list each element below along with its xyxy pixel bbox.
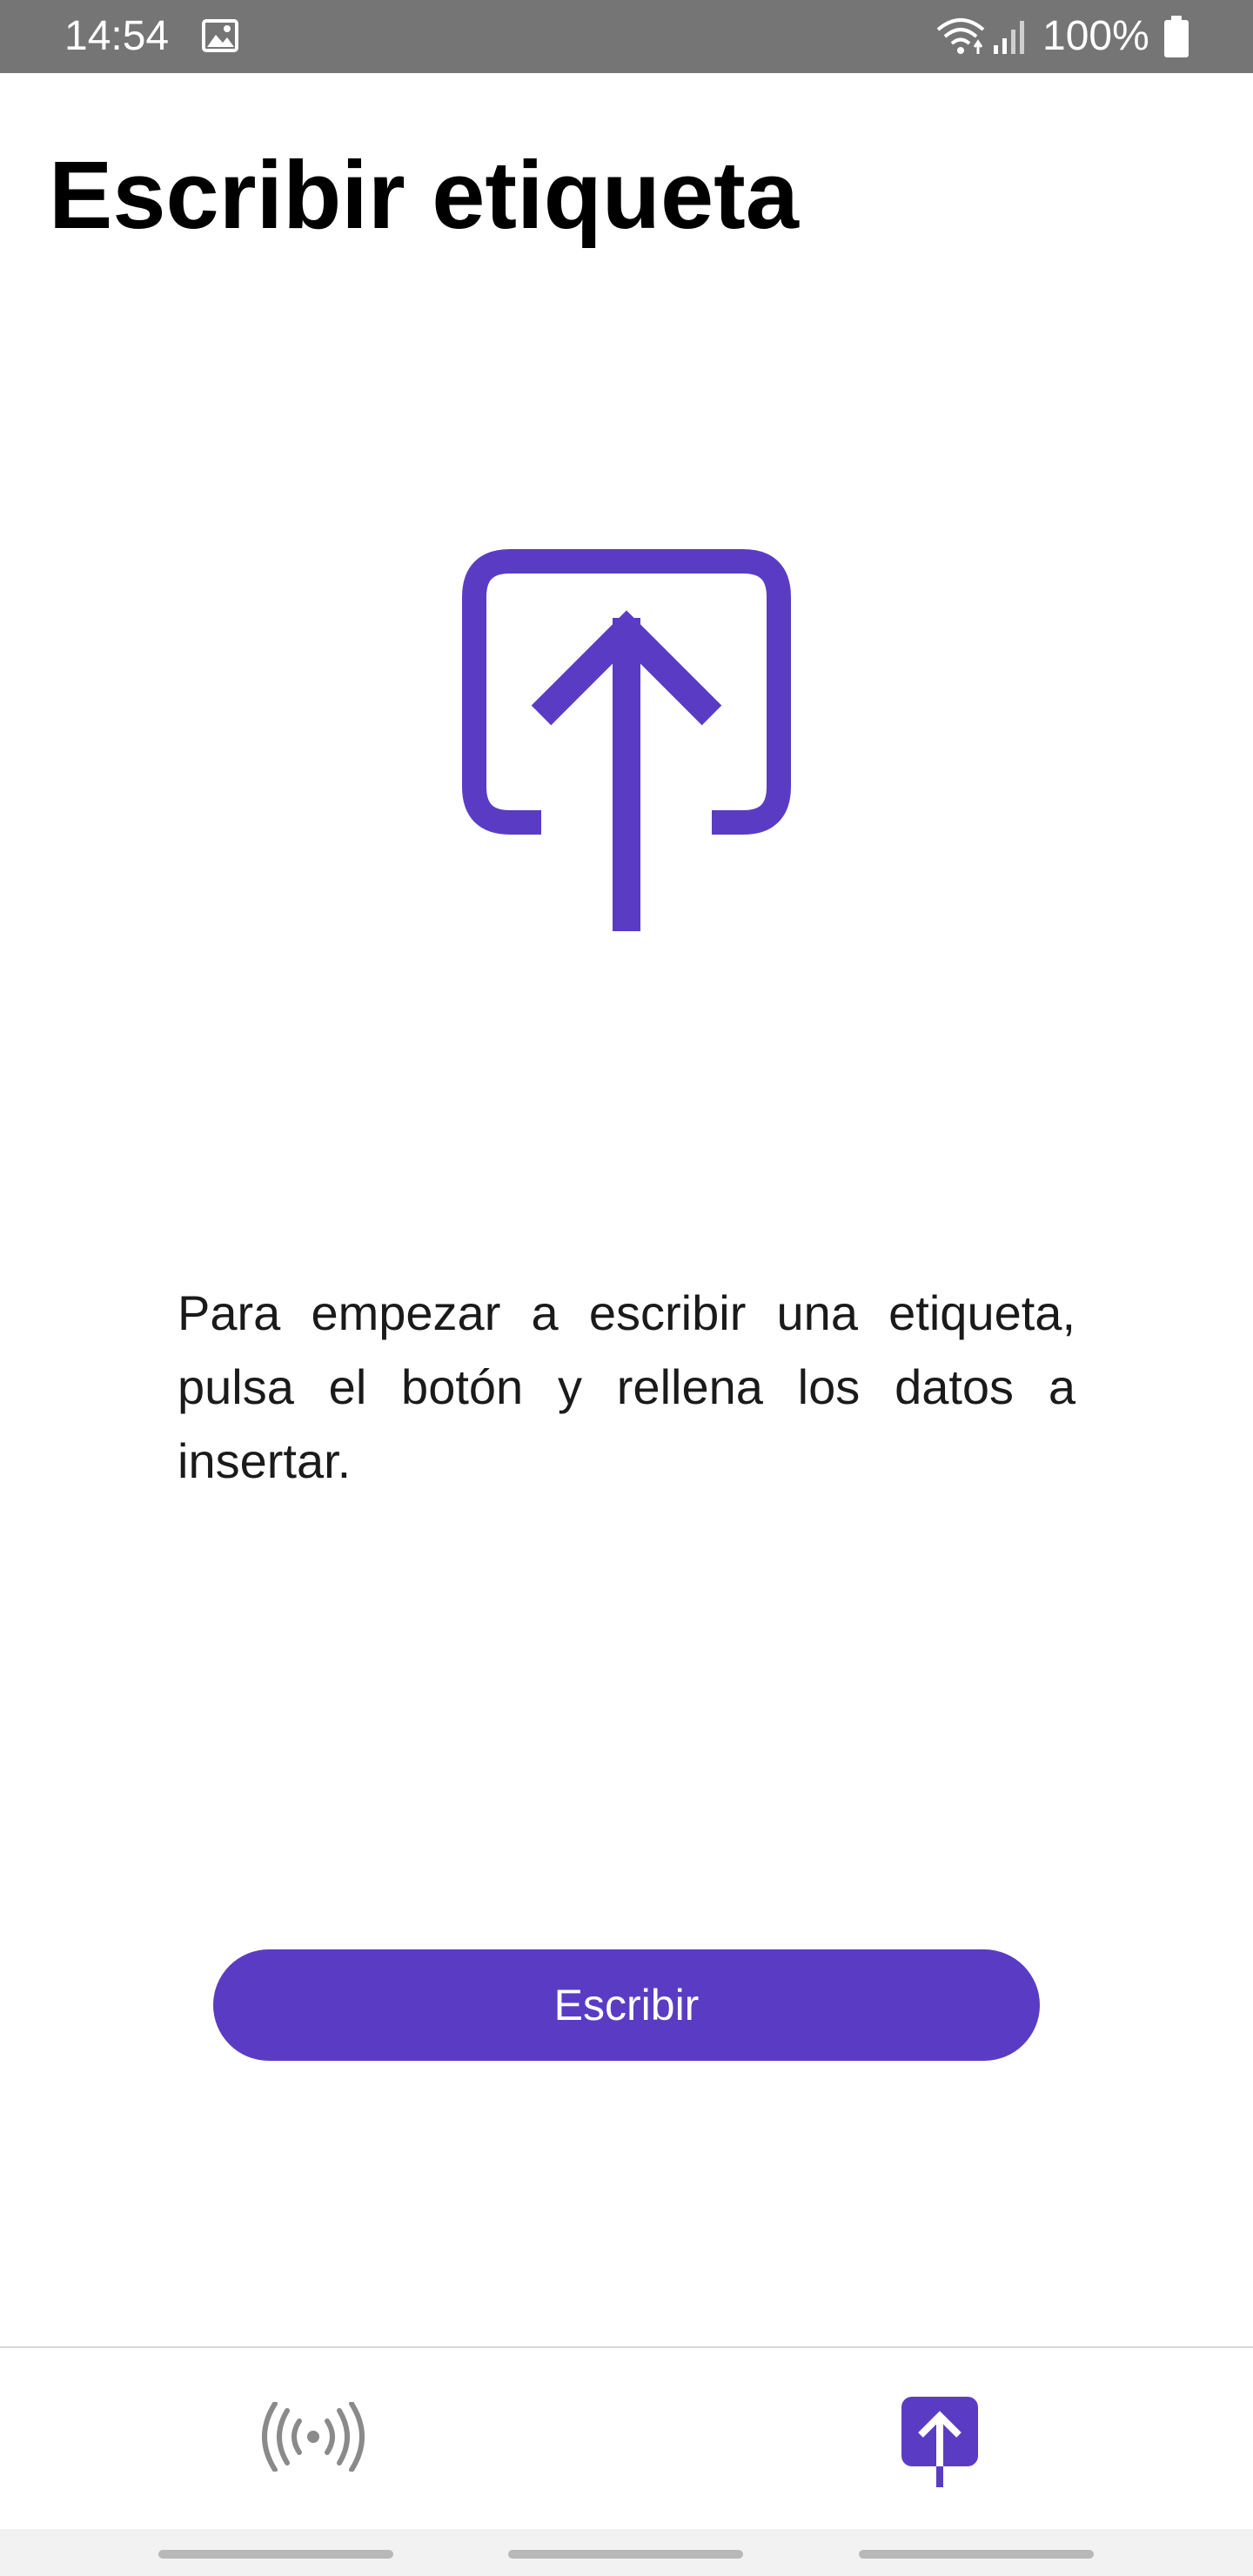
- bottom-navigation: [0, 2346, 1253, 2529]
- write-tag-screen: 14:54 100% Escribir etiqueta Para empeza…: [0, 0, 1253, 2576]
- gallery-icon: [202, 19, 238, 52]
- status-time: 14:54: [64, 13, 170, 59]
- instructions-text: Para empezar a escribir una etiqueta, pu…: [178, 1285, 1075, 1488]
- write-button[interactable]: Escribir: [213, 1949, 1040, 2061]
- wifi-icon: [936, 18, 985, 54]
- status-bar: 14:54 100%: [0, 0, 1253, 73]
- gesture-handle-home[interactable]: [508, 2550, 743, 2559]
- nfc-read-icon: [262, 2402, 365, 2472]
- gesture-handle-recents[interactable]: [158, 2550, 393, 2559]
- signal-icon: [994, 21, 1024, 54]
- battery-percent: 100%: [1042, 13, 1149, 59]
- battery-icon: [1164, 16, 1189, 57]
- nav-item-write[interactable]: [626, 2348, 1253, 2529]
- upload-icon: [462, 549, 791, 931]
- nav-item-read[interactable]: [0, 2348, 626, 2529]
- system-gesture-bar: [0, 2529, 1253, 2576]
- write-tag-icon: [901, 2397, 978, 2487]
- gesture-handle-back[interactable]: [859, 2550, 1094, 2559]
- page-title: Escribir etiqueta: [49, 142, 799, 249]
